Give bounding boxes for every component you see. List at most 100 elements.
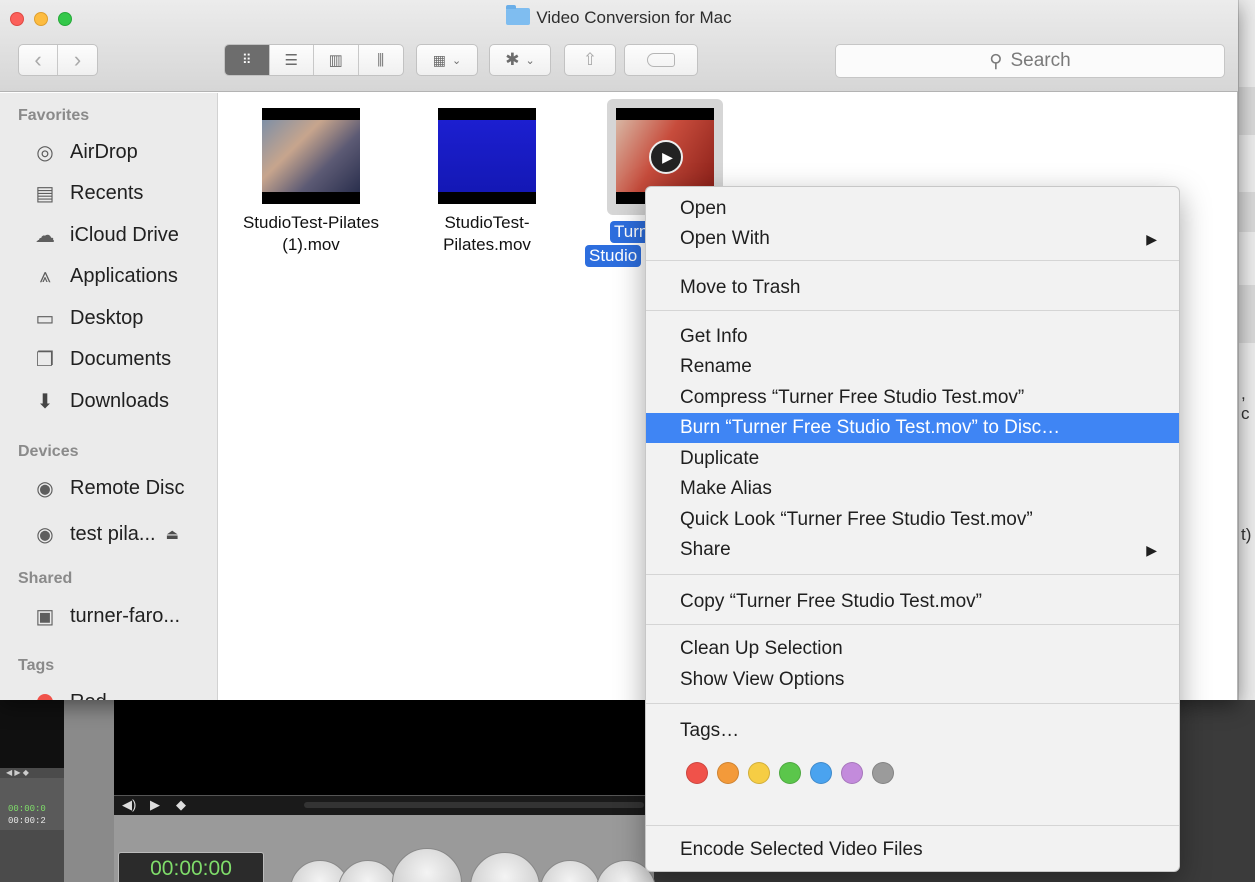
background-divider-panel <box>64 700 114 882</box>
menu-item-label: Share <box>680 539 731 560</box>
sidebar-heading-favorites: Favorites <box>18 107 90 124</box>
file-name-line: (1).mov <box>282 235 340 254</box>
share-button[interactable]: ⇧ <box>564 44 616 76</box>
tag-color-orange[interactable] <box>717 762 739 784</box>
menu-item-move-to-trash[interactable]: Move to Trash <box>646 273 1179 303</box>
menu-item-open-with[interactable]: Open With ▶ <box>646 224 1179 254</box>
sidebar-item-documents[interactable]: ❐ Documents <box>32 342 171 376</box>
background-scrubber[interactable]: ◀) ▶ ◆ <box>114 795 654 815</box>
sidebar-item-tag-red[interactable]: Red <box>32 685 107 700</box>
menu-item-open[interactable]: Open <box>646 194 1179 224</box>
airdrop-icon: ◎ <box>36 141 54 164</box>
sidebar-item-applications[interactable]: ⩓ Applications <box>32 259 177 293</box>
sidebar-item-label: AirDrop <box>70 140 138 163</box>
share-icon: ⇧ <box>582 50 598 69</box>
menu-item-share[interactable]: Share ▶ <box>646 535 1179 565</box>
cover-flow-icon[interactable]: ⫼ <box>359 45 403 75</box>
gear-icon: ✱ <box>505 50 520 69</box>
finder-toolbar: Video Conversion for Mac ‹ › ⠿ ☰ ▥ ⫼ ▦ ⌄ … <box>0 0 1238 92</box>
icon-view-icon[interactable]: ⠿ <box>225 45 270 75</box>
column-view-icon[interactable]: ▥ <box>314 45 359 75</box>
background-timecode: 00:00:00 <box>118 852 264 882</box>
desktop-icon: ▭ <box>35 307 55 330</box>
menu-item-show-view-options[interactable]: Show View Options <box>646 665 1179 695</box>
video-thumbnail-image <box>438 120 536 192</box>
context-menu: Open Open With ▶ Move to Trash Get Info … <box>645 186 1180 872</box>
menu-item-rename[interactable]: Rename <box>646 352 1179 382</box>
menu-separator <box>646 574 1179 576</box>
background-timecode-small: 00:00:2 <box>8 816 46 826</box>
sidebar-heading-tags: Tags <box>18 657 55 674</box>
menu-item-clean-up-selection[interactable]: Clean Up Selection <box>646 634 1179 664</box>
sidebar-item-label: Recents <box>70 181 144 204</box>
back-icon[interactable]: ‹ <box>19 45 59 75</box>
sidebar-item-recents[interactable]: ▤ Recents <box>32 176 144 210</box>
menu-item-encode-selected-video-files[interactable]: Encode Selected Video Files <box>646 835 1179 865</box>
chevron-down-icon: ⌄ <box>525 54 535 67</box>
tag-color-purple[interactable] <box>841 762 863 784</box>
tag-color-yellow[interactable] <box>748 762 770 784</box>
tag-color-gray[interactable] <box>872 762 894 784</box>
sidebar-item-label: Desktop <box>70 306 144 329</box>
menu-item-copy[interactable]: Copy “Turner Free Studio Test.mov” <box>646 587 1179 617</box>
sidebar-item-downloads[interactable]: ⬇ Downloads <box>32 384 169 418</box>
background-right-window: , c t) <box>1238 0 1255 700</box>
play-icon[interactable]: ▶ <box>649 140 683 174</box>
sidebar-item-label: turner-faro... <box>70 604 181 627</box>
play-small-icon[interactable]: ▶ <box>150 797 160 813</box>
submenu-arrow-icon: ▶ <box>1146 542 1157 558</box>
eject-icon[interactable]: ⏏ <box>166 526 179 543</box>
documents-icon: ❐ <box>36 348 54 371</box>
scrubber-track[interactable] <box>304 802 644 808</box>
sidebar-item-icloud-drive[interactable]: ☁ iCloud Drive <box>32 218 179 252</box>
sidebar-item-label: test pila... <box>70 522 156 545</box>
edit-tags-button[interactable] <box>624 44 698 76</box>
sidebar-item-shared-computer[interactable]: ▣ turner-faro... <box>32 599 181 633</box>
menu-separator <box>646 260 1179 262</box>
background-left-preview <box>0 700 64 768</box>
recents-icon: ▤ <box>35 182 55 205</box>
volume-icon[interactable]: ◀) <box>122 797 136 813</box>
computer-icon: ▣ <box>35 605 55 628</box>
menu-item-duplicate[interactable]: Duplicate <box>646 444 1179 474</box>
arrange-button[interactable]: ▦ ⌄ <box>416 44 478 76</box>
video-thumbnail <box>438 108 536 204</box>
menu-item-make-alias[interactable]: Make Alias <box>646 474 1179 504</box>
sidebar-heading-shared: Shared <box>18 570 73 587</box>
forward-icon[interactable]: › <box>58 45 97 75</box>
view-mode-segmented: ⠿ ☰ ▥ ⫼ <box>224 44 404 76</box>
sidebar-item-label: iCloud Drive <box>70 223 179 246</box>
menu-item-quick-look[interactable]: Quick Look “Turner Free Studio Test.mov” <box>646 505 1179 535</box>
window-title: Video Conversion for Mac <box>0 5 1238 28</box>
downloads-icon: ⬇ <box>36 390 54 413</box>
menu-item-burn-to-disc[interactable]: Burn “Turner Free Studio Test.mov” to Di… <box>646 413 1179 443</box>
search-icon: ⚲ <box>989 50 1003 71</box>
background-mini-timecodes: 00:00:0 00:00:2 <box>0 778 64 830</box>
file-name-line: StudioTest- <box>444 213 530 232</box>
file-item[interactable]: StudioTest-Pilates (1).mov <box>226 108 396 256</box>
sidebar-item-airdrop[interactable]: ◎ AirDrop <box>32 135 138 169</box>
list-view-icon[interactable]: ☰ <box>270 45 314 75</box>
search-field[interactable]: ⚲ Search <box>835 44 1225 78</box>
tag-color-green[interactable] <box>779 762 801 784</box>
navigation-buttons: ‹ › <box>18 44 98 76</box>
menu-separator <box>646 310 1179 312</box>
menu-item-compress[interactable]: Compress “Turner Free Studio Test.mov” <box>646 383 1179 413</box>
menu-item-get-info[interactable]: Get Info <box>646 322 1179 352</box>
video-thumbnail <box>262 108 360 204</box>
action-button[interactable]: ✱ ⌄ <box>489 44 551 76</box>
sidebar: Favorites ◎ AirDrop ▤ Recents ☁ iCloud Driv… <box>0 93 218 700</box>
file-item[interactable]: StudioTest- Pilates.mov <box>402 108 572 256</box>
marker-icon[interactable]: ◆ <box>176 797 186 813</box>
tag-icon <box>647 53 675 67</box>
sidebar-item-desktop[interactable]: ▭ Desktop <box>32 301 144 335</box>
video-thumbnail-image <box>262 120 360 192</box>
selected-file-name-line[interactable]: Studio <box>585 245 642 267</box>
tag-color-blue[interactable] <box>810 762 832 784</box>
sidebar-item-test-pilates-disk[interactable]: ◉ test pila... ⏏ <box>32 517 179 551</box>
tag-color-red[interactable] <box>686 762 708 784</box>
sidebar-item-remote-disc[interactable]: ◉ Remote Disc <box>32 471 184 505</box>
window-title-text: Video Conversion for Mac <box>536 8 732 27</box>
menu-item-tags[interactable]: Tags… <box>646 716 1179 746</box>
submenu-arrow-icon: ▶ <box>1146 231 1157 247</box>
